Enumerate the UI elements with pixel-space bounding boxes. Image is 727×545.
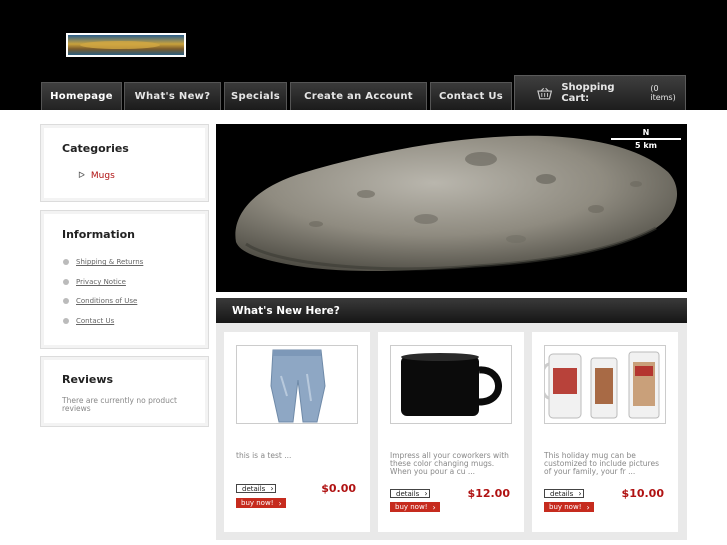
- information-title: Information: [62, 228, 135, 241]
- category-label: Mugs: [90, 171, 115, 181]
- chevron-right-icon: ᐅ: [78, 171, 85, 181]
- info-link-label: Privacy Notice: [76, 278, 126, 286]
- product-image-black-mug[interactable]: [390, 345, 512, 424]
- bullet-icon: [63, 259, 69, 265]
- product-card: Impress all your coworkers with these co…: [378, 332, 524, 532]
- product-card: this is a test ... details buy now! $0.0…: [224, 332, 370, 532]
- categories-box: Categories ᐅ Mugs: [40, 124, 209, 202]
- info-link-contact[interactable]: Contact Us: [63, 317, 114, 325]
- scale-bar: N 5 km: [611, 128, 681, 150]
- reviews-title: Reviews: [62, 373, 114, 386]
- holiday-mugs-image: [545, 351, 660, 419]
- details-button[interactable]: details: [390, 489, 430, 498]
- scale-line: [611, 138, 681, 140]
- product-image-jeans[interactable]: [236, 345, 358, 424]
- categories-title: Categories: [62, 142, 129, 155]
- whats-new-title: What's New Here?: [232, 304, 340, 317]
- basket-icon: [537, 87, 553, 99]
- reviews-box: Reviews There are currently no product r…: [40, 356, 209, 427]
- product-price: $0.00: [321, 482, 356, 495]
- site-header: Homepage What's New? Specials Create an …: [0, 0, 727, 110]
- info-link-label: Contact Us: [76, 317, 115, 325]
- cart-label: Shopping Cart:: [561, 82, 615, 104]
- bullet-icon: [63, 298, 69, 304]
- black-mug-image: [401, 353, 502, 416]
- site-logo[interactable]: [66, 33, 186, 57]
- hero-banner[interactable]: N 5 km: [216, 124, 687, 292]
- buy-now-button[interactable]: buy now!: [390, 502, 440, 512]
- information-box: Information Shipping & Returns Privacy N…: [40, 210, 209, 349]
- product-description: This holiday mug can be customized to in…: [544, 451, 659, 476]
- logo-image: [68, 35, 184, 55]
- info-link-label: Conditions of Use: [76, 297, 138, 305]
- nav-contact-us[interactable]: Contact Us: [430, 82, 512, 110]
- cart-count: (0 items): [650, 84, 676, 102]
- nav-create-account[interactable]: Create an Account: [290, 82, 427, 110]
- shopping-cart[interactable]: Shopping Cart: (0 items): [514, 75, 686, 110]
- product-price: $10.00: [621, 487, 664, 500]
- bullet-icon: [63, 318, 69, 324]
- north-label: N: [642, 128, 650, 137]
- product-card: This holiday mug can be customized to in…: [532, 332, 678, 532]
- reviews-empty-text: There are currently no product reviews: [62, 396, 177, 413]
- category-link-mugs[interactable]: ᐅ Mugs: [78, 171, 115, 181]
- product-image-holiday-mugs[interactable]: [544, 345, 666, 424]
- info-link-shipping[interactable]: Shipping & Returns: [63, 258, 143, 266]
- scale-label: 5 km: [634, 141, 657, 150]
- details-button[interactable]: details: [236, 484, 276, 493]
- buy-now-button[interactable]: buy now!: [236, 498, 286, 508]
- buy-now-button[interactable]: buy now!: [544, 502, 594, 512]
- nav-homepage[interactable]: Homepage: [41, 82, 122, 110]
- info-link-label: Shipping & Returns: [76, 258, 144, 266]
- bullet-icon: [63, 279, 69, 285]
- product-price: $12.00: [467, 487, 510, 500]
- details-button[interactable]: details: [544, 489, 584, 498]
- info-link-privacy[interactable]: Privacy Notice: [63, 278, 126, 286]
- nav-whats-new[interactable]: What's New?: [124, 82, 221, 110]
- whats-new-header: What's New Here?: [216, 298, 687, 323]
- info-link-conditions[interactable]: Conditions of Use: [63, 297, 137, 305]
- product-description: this is a test ...: [236, 451, 292, 460]
- nav-specials[interactable]: Specials: [224, 82, 287, 110]
- jeans-image: [270, 349, 326, 423]
- product-description: Impress all your coworkers with these co…: [390, 451, 509, 476]
